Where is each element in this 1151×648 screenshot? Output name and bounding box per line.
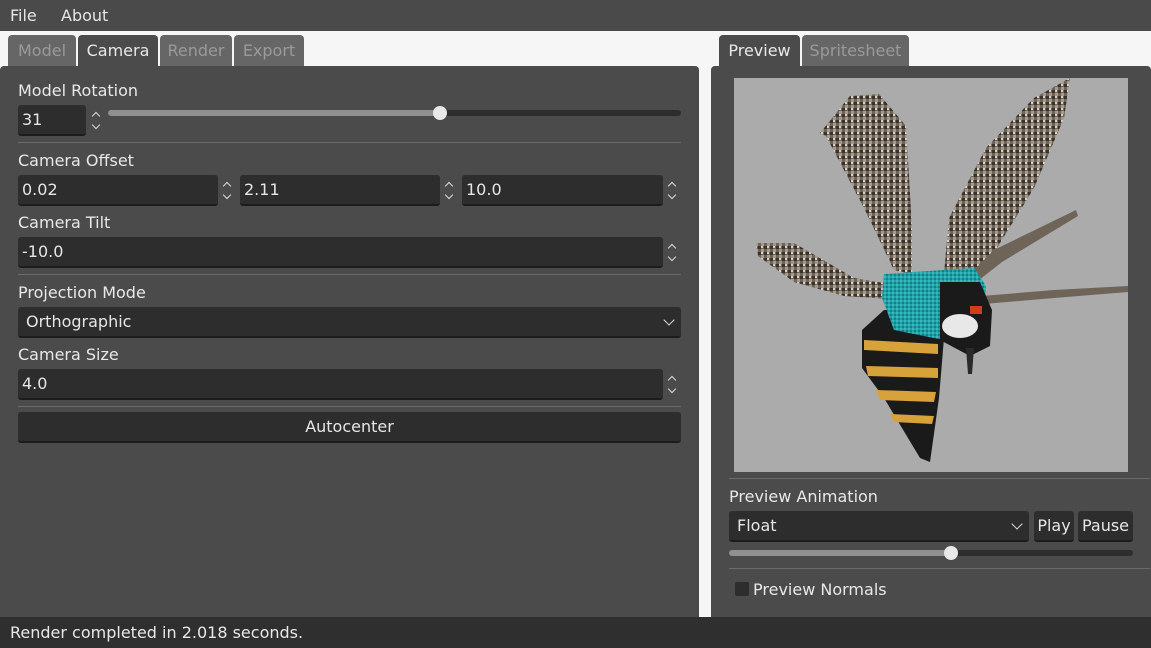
model-rotation-label: Model Rotation (18, 81, 139, 100)
tab-render[interactable]: Render (160, 35, 232, 66)
pause-button[interactable]: Pause (1078, 511, 1133, 542)
spin-down-icon[interactable] (668, 255, 676, 263)
model-rotation-spinner[interactable] (90, 106, 104, 136)
tab-preview[interactable]: Preview (719, 35, 800, 66)
projection-mode-value: Orthographic (26, 312, 132, 331)
preview-normals-label: Preview Normals (753, 580, 887, 599)
camera-offset-y-spinner[interactable] (443, 176, 457, 206)
camera-offset-label: Camera Offset (18, 151, 134, 170)
camera-offset-y-input[interactable]: 2.11 (240, 175, 440, 206)
spin-down-icon[interactable] (223, 193, 231, 201)
spin-down-icon[interactable] (92, 123, 100, 131)
menu-about[interactable]: About (61, 6, 108, 25)
separator (18, 142, 681, 143)
menu-file[interactable]: File (10, 6, 37, 25)
spin-up-icon[interactable] (92, 110, 100, 118)
autocenter-button[interactable]: Autocenter (18, 412, 681, 443)
tab-camera[interactable]: Camera (78, 35, 158, 66)
spin-down-icon[interactable] (668, 193, 676, 201)
camera-size-input[interactable]: 4.0 (18, 369, 663, 400)
model-rotation-input[interactable]: 31 (18, 105, 86, 136)
slider-fill (729, 550, 951, 556)
slider-fill (108, 110, 440, 116)
slider-grabber[interactable] (944, 546, 958, 560)
projection-mode-label: Projection Mode (18, 283, 146, 302)
spin-up-icon[interactable] (668, 374, 676, 382)
camera-tilt-spinner[interactable] (666, 238, 680, 268)
spin-down-icon[interactable] (445, 193, 453, 201)
camera-size-label: Camera Size (18, 345, 119, 364)
camera-offset-z-spinner[interactable] (666, 176, 680, 206)
status-text: Render completed in 2.018 seconds. (10, 623, 304, 642)
preview-animation-label: Preview Animation (729, 487, 878, 506)
preview-animation-select[interactable]: Float (729, 511, 1029, 542)
separator (18, 406, 681, 407)
camera-offset-x-spinner[interactable] (221, 176, 235, 206)
spin-down-icon[interactable] (668, 387, 676, 395)
spin-up-icon[interactable] (223, 180, 231, 188)
spin-up-icon[interactable] (668, 242, 676, 250)
camera-tilt-input[interactable]: -10.0 (18, 237, 663, 268)
status-bar: Render completed in 2.018 seconds. (0, 617, 1151, 648)
menu-bar: File About (0, 0, 1151, 31)
separator (729, 568, 1150, 569)
projection-mode-select[interactable]: Orthographic (18, 307, 681, 338)
tab-spritesheet[interactable]: Spritesheet (802, 35, 909, 66)
camera-tilt-label: Camera Tilt (18, 213, 111, 232)
spin-up-icon[interactable] (445, 180, 453, 188)
slider-grabber[interactable] (433, 106, 447, 120)
separator (18, 274, 681, 275)
chevron-down-icon (1011, 518, 1023, 530)
preview-normals-checkbox[interactable] (735, 582, 749, 596)
animation-slider[interactable] (729, 546, 1133, 560)
separator (729, 478, 1150, 479)
tab-model[interactable]: Model (8, 35, 76, 66)
camera-offset-z-input[interactable]: 10.0 (462, 175, 663, 206)
camera-offset-x-input[interactable]: 0.02 (18, 175, 218, 206)
preview-viewport[interactable] (734, 78, 1128, 472)
spin-up-icon[interactable] (668, 180, 676, 188)
play-button[interactable]: Play (1034, 511, 1074, 542)
preview-animation-value: Float (737, 516, 777, 535)
wasp-sprite-icon (756, 78, 1128, 462)
chevron-down-icon (663, 314, 675, 326)
camera-size-spinner[interactable] (666, 370, 680, 400)
model-rotation-slider[interactable] (108, 106, 681, 120)
camera-panel: Model Rotation 31 Camera Offset 0.02 2.1… (0, 66, 699, 626)
preview-panel: Preview Animation Float Play Pause Previ… (711, 66, 1151, 626)
tab-export[interactable]: Export (234, 35, 304, 66)
